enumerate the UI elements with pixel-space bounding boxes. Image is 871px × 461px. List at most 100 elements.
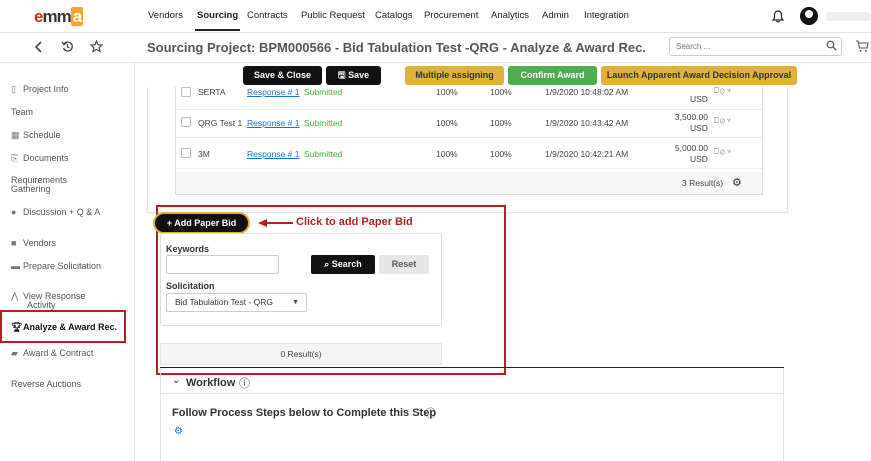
vendor-name: QRG Test 1 [198, 118, 243, 128]
sidebar-item-label: Documents [23, 153, 69, 163]
chevron-down-icon[interactable]: ⌄ [172, 375, 180, 386]
nav-public-request[interactable]: Public Request [301, 10, 365, 21]
emma-logo[interactable]: emm a [34, 7, 84, 26]
workflow-title[interactable]: Workflow [186, 377, 235, 389]
status-text: Submitted [304, 149, 343, 159]
sidebar-item-reverse-auctions[interactable]: Reverse Auctions [11, 380, 81, 389]
star-icon[interactable] [89, 39, 104, 56]
table-row: QRG Test 1 Response # 1 Submitted 100% 1… [176, 107, 762, 138]
search-icon: ⌕ [324, 259, 332, 269]
nav-procurement[interactable]: Procurement [424, 10, 478, 21]
add-paper-bid-button[interactable]: + Add Paper Bid [153, 212, 250, 234]
top-nav: emm a Vendors Sourcing Contracts Public R… [0, 0, 871, 33]
pct-b: 100% [490, 118, 512, 128]
sidebar-item-award-contract[interactable]: ▰ Award & Contract [11, 349, 93, 358]
sidebar-item-label: Prepare Solicitation [23, 261, 102, 271]
nav-analytics[interactable]: Analytics [491, 10, 529, 21]
row-checkbox[interactable] [181, 117, 191, 127]
sidebar-item-project-info[interactable]: ▯ Project Info [11, 85, 69, 94]
table-row: 3M Response # 1 Submitted 100% 100% 1/9/… [176, 138, 762, 169]
search-input[interactable] [676, 42, 816, 51]
search-label: Search [331, 259, 362, 269]
pct-b: 100% [490, 149, 512, 159]
responses-footer: 3 Result(s) ⚙ [176, 172, 762, 194]
info-icon[interactable]: ⓘ [239, 375, 250, 391]
sidebar-item-prepare-solicitation[interactable]: ▬ Prepare Solicitation [11, 262, 101, 271]
nav-admin[interactable]: Admin [542, 10, 569, 21]
gear-icon[interactable]: ⚙ [732, 176, 742, 189]
pct-a: 100% [436, 149, 458, 159]
info-icon[interactable]: ⓘ [425, 405, 436, 421]
annotation-arrow-icon [258, 219, 293, 227]
username-redacted [826, 12, 871, 21]
result-count: 3 Result(s) [682, 178, 724, 188]
vendor-name: 3M [198, 149, 210, 159]
sidebar-item-requirements[interactable]: Requirements Gathering [11, 176, 91, 194]
solicitation-label: Solicitation [166, 281, 215, 291]
amount: 5,000.00 [674, 143, 708, 153]
sidebar-item-label: Vendors [23, 238, 57, 248]
solicitation-select[interactable]: Bid Tabulation Test - QRG ▼ [166, 293, 307, 312]
document-icon: ⎘ [11, 153, 19, 163]
pct-a: 100% [436, 87, 458, 97]
chart-icon: ⋀ [11, 291, 19, 301]
row-checkbox[interactable] [181, 87, 191, 97]
caret-down-icon: ▼ [292, 299, 299, 306]
sidebar-item-team[interactable]: Team [11, 108, 33, 117]
nav-catalogs[interactable]: Catalogs [375, 10, 413, 21]
user-avatar-icon[interactable] [800, 7, 818, 25]
sidebar-item-label: Reverse Auctions [11, 379, 82, 389]
currency: USD [690, 123, 708, 133]
chat-icon: ● [11, 207, 17, 217]
sidebar-item-label: Requirements Gathering [11, 175, 68, 194]
response-link[interactable]: Response # 1 [247, 149, 299, 159]
sidebar-item-label: View Response Activity [23, 291, 86, 310]
pct-b: 100% [490, 87, 512, 97]
currency: USD [690, 154, 708, 164]
row-action-icons[interactable]: ⎕⊘♆ [714, 116, 733, 126]
search-icon[interactable] [826, 40, 837, 54]
sidebar: ▯ Project Info Team ▦ Schedule ⎘ Documents … [0, 63, 135, 461]
sidebar-item-vendors[interactable]: ■ Vendors [11, 239, 56, 248]
row-action-icons[interactable]: ⎕⊘♆ [714, 147, 733, 157]
global-search[interactable] [669, 37, 842, 56]
workflow-separator [160, 393, 784, 394]
status-text: Submitted [304, 118, 343, 128]
nav-integration[interactable]: Integration [584, 10, 629, 21]
status-text: Submitted [304, 87, 343, 97]
keywords-label: Keywords [166, 244, 210, 254]
sidebar-item-documents[interactable]: ⎘ Documents [11, 154, 69, 163]
bell-icon[interactable] [771, 10, 785, 26]
keywords-input[interactable] [166, 255, 279, 274]
currency: USD [690, 94, 708, 104]
clipboard-icon: ▯ [11, 84, 16, 94]
response-link[interactable]: Response # 1 [247, 118, 299, 128]
cart-icon[interactable] [855, 40, 869, 56]
highlight-box [0, 310, 126, 343]
row-checkbox[interactable] [181, 148, 191, 158]
title-bar: Sourcing Project: BPM000566 - Bid Tabula… [0, 33, 871, 63]
gear-icon[interactable]: ⚙ [174, 426, 183, 437]
calendar-icon: ▦ [11, 130, 20, 140]
submitted-date: 1/9/2020 10:43:42 AM [545, 118, 629, 128]
history-icon[interactable] [61, 40, 74, 56]
sidebar-item-discussion[interactable]: ● Discussion + Q & A [11, 208, 100, 217]
nav-sourcing[interactable]: Sourcing [194, 10, 241, 31]
reset-button[interactable]: Reset [379, 255, 429, 274]
page-title: Sourcing Project: BPM000566 - Bid Tabula… [147, 40, 646, 55]
submitted-date: 1/9/2020 10:42:21 AM [545, 149, 629, 159]
sidebar-item-label: Team [11, 107, 34, 117]
nav-contracts[interactable]: Contracts [247, 10, 288, 21]
sidebar-item-label: Award & Contract [23, 348, 94, 358]
sidebar-item-schedule[interactable]: ▦ Schedule [11, 131, 61, 140]
back-chevron-icon[interactable] [34, 40, 44, 56]
response-link[interactable]: Response # 1 [247, 87, 299, 97]
row-action-icons[interactable]: ⎕⊘♆ [714, 86, 733, 96]
nav-vendors[interactable]: Vendors [148, 10, 183, 21]
handshake-icon: ▰ [11, 348, 18, 358]
sidebar-item-view-response[interactable]: ⋀ View Response Activity [11, 292, 111, 310]
paper-bid-result-count: 0 Result(s) [160, 343, 442, 365]
search-button[interactable]: ⌕ Search [311, 255, 375, 274]
pct-a: 100% [436, 118, 458, 128]
sidebar-item-label: Discussion + Q & A [23, 207, 101, 217]
